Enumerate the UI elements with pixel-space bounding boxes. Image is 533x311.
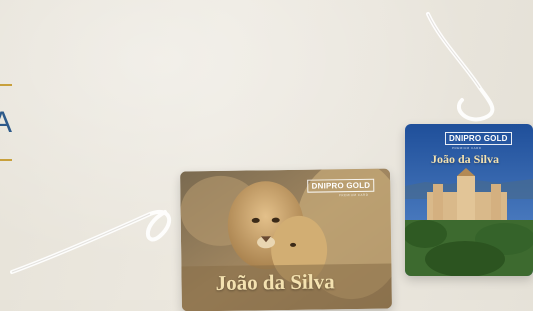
card-palace[interactable]: DNIPRO GOLD PREMIUM CARD João da Silva [405,124,533,276]
gold-rule-top [0,84,12,86]
left-title: A [0,84,20,162]
card-holder-name: João da Silva [431,152,500,166]
left-title-text: A [0,106,14,139]
brand-logo: DNIPRO GOLD [445,132,512,145]
brand-subtitle: PREMIUM CARD [452,146,482,150]
brand-logo: DNIPRO GOLD [307,178,375,193]
gold-rule-bottom [0,159,12,161]
card-lion[interactable]: DNIPRO GOLD PREMIUM CARD João da Silva [180,168,392,311]
brand-subtitle: PREMIUM CARD [338,192,369,198]
card-holder-name: João da Silva [215,269,335,295]
strap-palace [426,12,495,122]
